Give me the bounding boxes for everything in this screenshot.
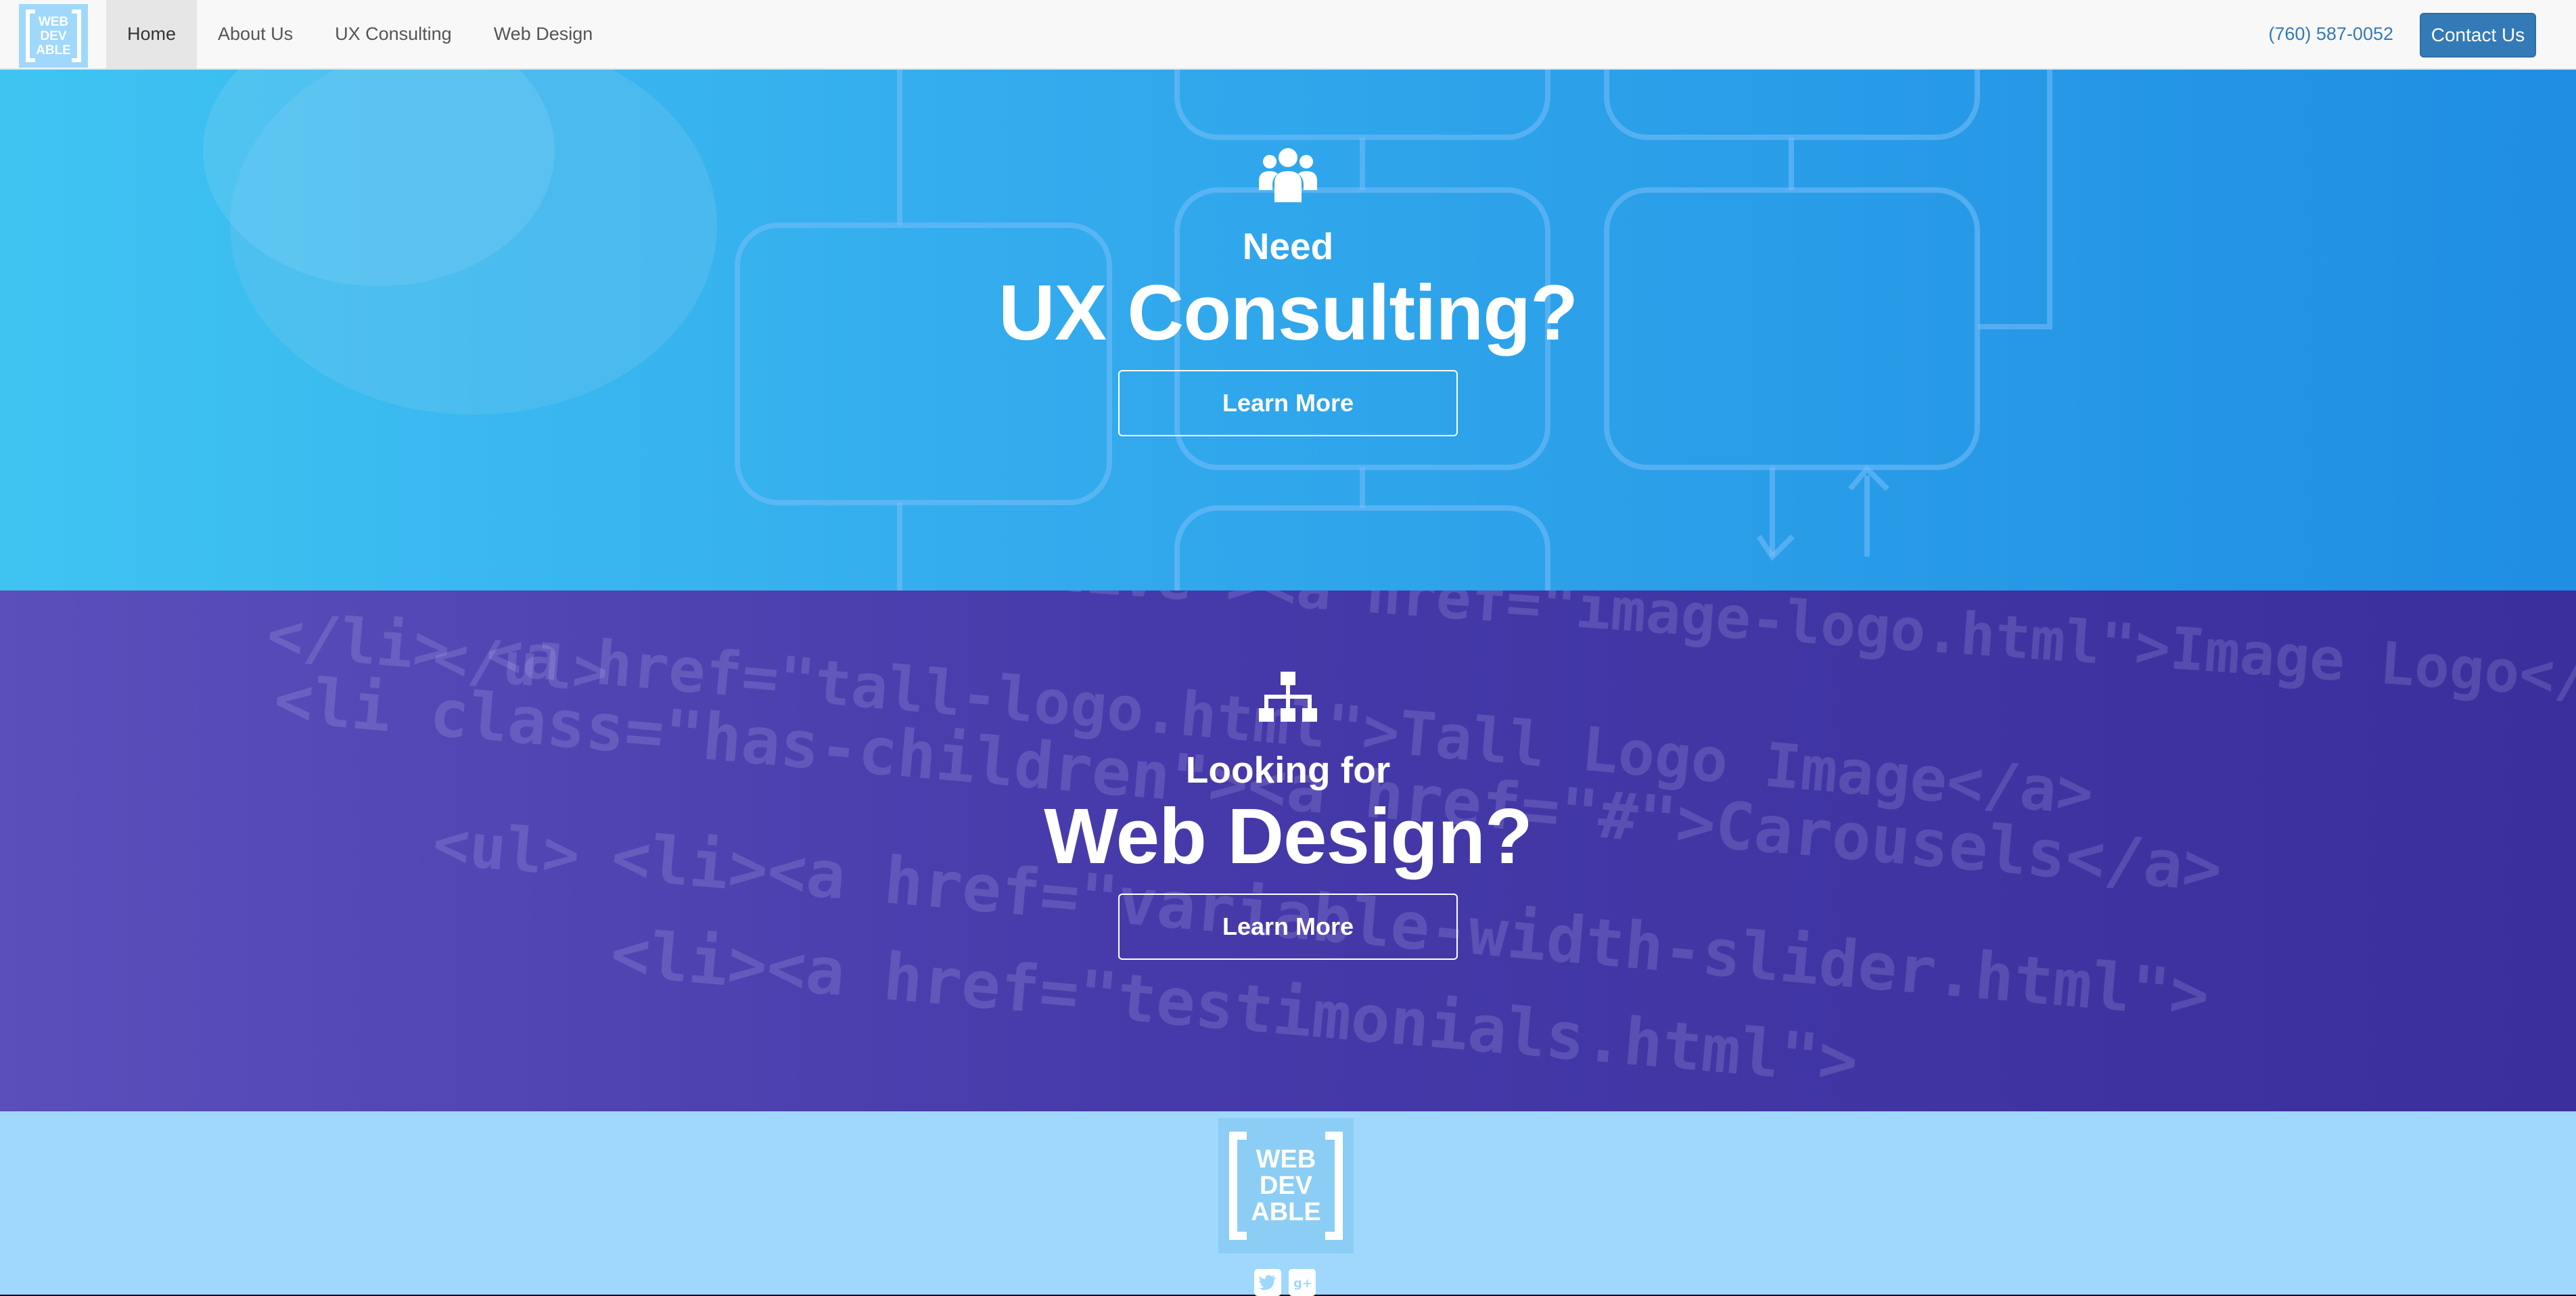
nav-item-about-us[interactable]: About Us	[197, 0, 314, 68]
sitemap-icon	[1259, 672, 1317, 722]
logo-line-2: DEV	[40, 28, 67, 43]
footer-logo[interactable]: WEB DEV ABLE	[1218, 1118, 1354, 1253]
nav-item-web-design[interactable]: Web Design	[473, 0, 614, 68]
logo-left-bracket	[26, 9, 35, 62]
web-hero-content: Looking for Web Design? Learn More	[1044, 672, 1533, 960]
twitter-icon[interactable]	[1254, 1269, 1281, 1296]
nav-item-ux-consulting[interactable]: UX Consulting	[314, 0, 473, 68]
footer-logo-line-1: WEB	[1256, 1144, 1316, 1174]
ux-subtitle: Need	[1242, 225, 1334, 267]
logo-line-1: WEB	[38, 14, 69, 29]
ux-learn-more-button[interactable]: Learn More	[1118, 370, 1458, 436]
nav-item-home[interactable]: Home	[106, 0, 198, 68]
logo-right-bracket	[72, 9, 81, 62]
web-learn-more-button[interactable]: Learn More	[1118, 894, 1458, 960]
web-subtitle: Looking for	[1185, 749, 1391, 791]
footer-logo-line-3: ABLE	[1251, 1197, 1321, 1226]
web-title: Web Design?	[1044, 792, 1533, 880]
top-navbar: WEB DEV ABLE Home About Us UX Consulting…	[0, 0, 2576, 70]
users-icon	[1258, 148, 1317, 202]
ux-consulting-section: Need UX Consulting? Learn More	[0, 70, 2576, 591]
footer: WEB DEV ABLE g+	[0, 1111, 2576, 1296]
logo-line-3: ABLE	[36, 43, 71, 57]
contact-us-button[interactable]: Contact Us	[2420, 13, 2536, 57]
logo-mark: WEB DEV ABLE	[26, 8, 81, 64]
ux-hero-content: Need UX Consulting? Learn More	[998, 145, 1578, 436]
footer-logo-line-2: DEV	[1259, 1171, 1313, 1200]
web-design-section: <li class="active"><a href="image-logo.h…	[0, 591, 2576, 1111]
nav-menu: Home About Us UX Consulting Web Design	[106, 0, 614, 68]
ux-title: UX Consulting?	[998, 269, 1578, 356]
svg-text:g+: g+	[1293, 1276, 1312, 1291]
brand-logo[interactable]: WEB DEV ABLE	[19, 4, 88, 68]
footer-logo-left-bracket	[1229, 1132, 1247, 1240]
footer-logo-right-bracket	[1325, 1132, 1343, 1240]
phone-link[interactable]: (760) 587-0052	[2268, 0, 2393, 68]
google-plus-icon[interactable]: g+	[1289, 1269, 1316, 1296]
footer-logo-mark: WEB DEV ABLE	[1229, 1129, 1343, 1243]
